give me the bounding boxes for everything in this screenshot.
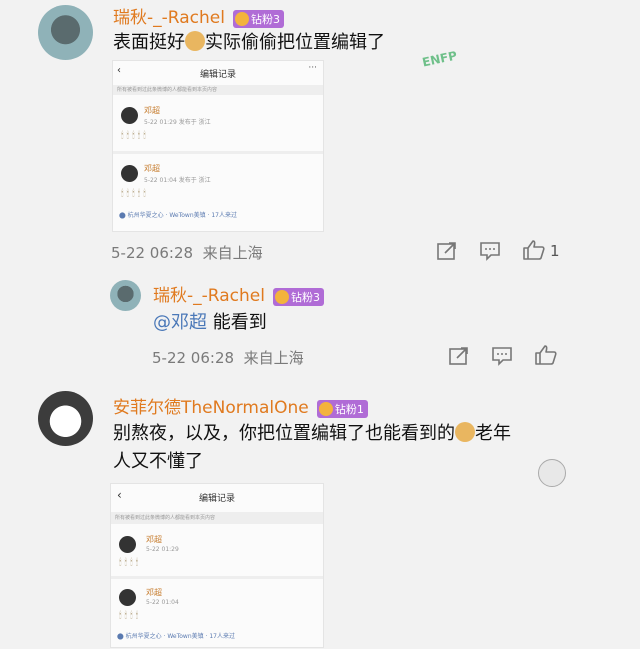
comment-text-part: 别熬夜，以及，你把位置编辑了也能看到的: [113, 423, 455, 444]
entry-time: 5-22 01:29: [146, 546, 179, 553]
embedded-notice: 所有被看到过此条微博的人都能看到本页内容: [111, 512, 323, 524]
like-count: 1: [550, 242, 560, 260]
share-icon[interactable]: [448, 346, 470, 366]
location-label: 杭州华夏之心 · WeTown美镇 · 17人来过: [125, 633, 236, 640]
fan-badge[interactable]: 钻粉1: [316, 399, 368, 418]
embedded-screenshot[interactable]: ‹ 编辑记录 所有被看到过此条微博的人都能看到本页内容 邓超 5-22 01:2…: [110, 483, 324, 648]
candle-emojis: 🕯🕯🕯🕯: [119, 558, 142, 568]
candle-emojis: 🕯🕯🕯🕯🕯: [121, 131, 149, 141]
comment-text-part: 实际偷偷把位置编辑了: [205, 32, 385, 53]
share-icon[interactable]: [436, 241, 458, 261]
entry-time: 5-22 01:04: [146, 599, 179, 606]
comment-meta: 5-22 06:28 来自上海: [111, 242, 263, 263]
avatar: [119, 589, 136, 606]
avatar[interactable]: [38, 5, 93, 60]
enfp-sticker: ENFP: [400, 40, 462, 70]
entry-name: 邓超: [146, 535, 162, 544]
divider: [111, 576, 323, 579]
candle-emojis: 🕯🕯🕯🕯: [119, 611, 142, 621]
username[interactable]: 瑞秋-_-Rachel: [153, 286, 265, 306]
candle-emojis: 🕯🕯🕯🕯🕯: [121, 189, 149, 199]
badge-label: 钻粉3: [291, 290, 321, 304]
entry-time: 5-22 01:04 发布于 浙江: [144, 177, 211, 184]
sticker-label: ENFP: [420, 48, 459, 70]
comment-time: 5-22 06:28: [111, 244, 194, 262]
embedded-screenshot[interactable]: ‹ 编辑记录 ··· 所有被看到过此条微博的人都能看到本页内容 邓超 5-22 …: [112, 60, 324, 232]
entry-name: 邓超: [144, 106, 160, 115]
entry-name: 邓超: [144, 164, 160, 173]
reply-text: @邓超 能看到: [153, 309, 267, 337]
avatar[interactable]: [110, 280, 141, 311]
avatar: [119, 536, 136, 553]
crown-icon: [318, 401, 333, 416]
username[interactable]: 安菲尔德TheNormalOne: [113, 398, 309, 418]
fan-badge[interactable]: 钻粉3: [233, 9, 285, 28]
reply-text-body: 能看到: [212, 312, 267, 333]
thumbs-up-icon[interactable]: [534, 344, 558, 366]
embedded-title: 编辑记录: [199, 70, 236, 80]
avatar[interactable]: [38, 391, 93, 446]
location-tag: ⬤ 杭州华夏之心 · WeTown美镇 · 17人来过: [119, 212, 238, 219]
divider: [113, 151, 323, 154]
comment-source: 来自上海: [202, 244, 263, 262]
reply-time: 5-22 06:28: [152, 349, 235, 367]
thumbs-up-icon[interactable]: [522, 239, 546, 261]
badge-label: 钻粉1: [334, 402, 364, 416]
comment-text-part: 人又不懂了: [113, 451, 203, 472]
comment-header: 瑞秋-_-Rachel 钻粉3: [113, 3, 285, 28]
comment-icon[interactable]: [479, 241, 501, 261]
embedded-notice: 所有被看到过此条微博的人都能看到本页内容: [113, 85, 323, 95]
comment-text: 别熬夜，以及，你把位置编辑了也能看到的 老年 人又不懂了: [113, 420, 563, 476]
crown-icon: [235, 11, 250, 26]
comment-header: 安菲尔德TheNormalOne 钻粉1: [113, 393, 368, 418]
comment-text-part: 老年: [475, 423, 511, 444]
cat-sticker-icon: [538, 459, 566, 487]
crown-icon: [275, 289, 290, 304]
reply-source: 来自上海: [243, 349, 304, 367]
fan-badge[interactable]: 钻粉3: [273, 287, 325, 306]
comment-text-part: 表面挺好: [113, 32, 185, 53]
mention-link[interactable]: @邓超: [153, 312, 207, 333]
location-label: 杭州华夏之心 · WeTown美镇 · 17人来过: [127, 212, 238, 219]
more-icon: ···: [308, 63, 317, 73]
entry-name: 邓超: [146, 588, 162, 597]
avatar: [121, 107, 138, 124]
comment-text: 表面挺好 实际偷偷把位置编辑了: [113, 29, 385, 57]
location-tag: ⬤ 杭州华夏之心 · WeTown美镇 · 17人来过: [117, 633, 236, 640]
reply-header: 瑞秋-_-Rachel 钻粉3: [153, 281, 325, 306]
doge-emoji-icon: [185, 31, 205, 51]
comment-icon[interactable]: [491, 346, 513, 366]
embedded-title: 编辑记录: [198, 494, 235, 504]
entry-time: 5-22 01:29 发布于 浙江: [144, 119, 211, 126]
badge-label: 钻粉3: [251, 12, 281, 26]
reply-meta: 5-22 06:28 来自上海: [152, 347, 304, 368]
doge-emoji-icon: [455, 422, 475, 442]
username[interactable]: 瑞秋-_-Rachel: [113, 8, 225, 28]
avatar: [121, 165, 138, 182]
